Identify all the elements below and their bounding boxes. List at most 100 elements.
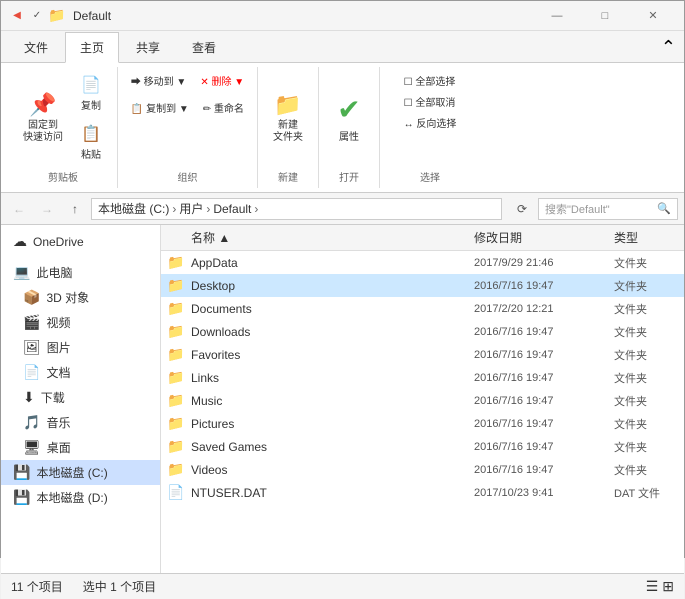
view-grid-icon[interactable]: ⊞	[662, 578, 674, 595]
folder-icon-downloads: 📁	[161, 323, 191, 340]
up-button[interactable]: ↑	[63, 197, 87, 221]
address-path[interactable]: 本地磁盘 (C:) › 用户 › Default ›	[91, 198, 502, 220]
copy-to-button[interactable]: 📋 复制到 ▼	[127, 98, 193, 117]
ribbon-group-new: 📁 新建文件夹 新建	[258, 67, 319, 188]
deselect-all-button[interactable]: ☐ 全部取消	[400, 92, 460, 111]
file-type-ntuser: DAT 文件	[614, 485, 684, 501]
sidebar-item-onedrive[interactable]: ☁ OneDrive	[1, 229, 160, 254]
ribbon-group-clipboard: 📌 固定到快速访问 📄 复制 📋 粘贴 剪贴板	[9, 67, 118, 188]
tab-home[interactable]: 主页	[65, 32, 119, 63]
select-buttons: ☐ 全部选择 ☐ 全部取消 ↔ 反向选择	[400, 71, 461, 165]
file-type-videos: 文件夹	[614, 462, 684, 478]
rename-button[interactable]: ✏ 重命名	[199, 98, 248, 117]
file-type-saved-games: 文件夹	[614, 439, 684, 455]
header-date[interactable]: 修改日期	[474, 229, 614, 246]
file-row-videos[interactable]: 📁 Videos 2016/7/16 19:47 文件夹	[161, 458, 684, 481]
file-date-favorites: 2016/7/16 19:47	[474, 349, 614, 361]
sidebar-item-pictures[interactable]: 🖼 图片	[1, 335, 160, 360]
refresh-button[interactable]: ⟳	[510, 197, 534, 221]
close-button[interactable]: ✕	[630, 1, 676, 31]
file-name-videos: Videos	[191, 463, 474, 477]
sidebar-label-this-pc: 此电脑	[36, 264, 72, 281]
file-row-music[interactable]: 📁 Music 2016/7/16 19:47 文件夹	[161, 389, 684, 412]
path-segment-users[interactable]: 用户	[179, 200, 203, 217]
minimize-button[interactable]: —	[534, 1, 580, 31]
organize-buttons: ➡ 移动到 ▼ ✕ 删除 ▼ 📋 复制到 ▼ ✏ 重命名	[127, 71, 248, 165]
sidebar-item-local-c[interactable]: 💾 本地磁盘 (C:)	[1, 460, 160, 485]
path-segment-c[interactable]: 本地磁盘 (C:)	[98, 200, 169, 217]
file-row-downloads[interactable]: 📁 Downloads 2016/7/16 19:47 文件夹	[161, 320, 684, 343]
music-icon: 🎵	[23, 414, 40, 431]
path-sep-1: ›	[172, 202, 176, 216]
local-d-icon: 💾	[13, 489, 30, 506]
sidebar-label-onedrive: OneDrive	[33, 235, 84, 249]
selected-count: 选中 1 个项目	[83, 578, 156, 595]
dat-icon-ntuser: 📄	[161, 484, 191, 501]
folder-icon-pictures: 📁	[161, 415, 191, 432]
file-name-downloads: Downloads	[191, 325, 474, 339]
header-name[interactable]: 名称 ▲	[161, 229, 474, 246]
properties-button[interactable]: ✔ 属性	[327, 89, 371, 147]
new-folder-icon: 📁	[274, 92, 301, 118]
select-all-button[interactable]: ☐ 全部选择	[400, 71, 460, 90]
file-row-saved-games[interactable]: 📁 Saved Games 2016/7/16 19:47 文件夹	[161, 435, 684, 458]
item-count: 11 个项目	[11, 578, 63, 595]
sidebar-item-desktop[interactable]: 🖥 桌面	[1, 435, 160, 460]
sidebar-item-documents[interactable]: 📄 文档	[1, 360, 160, 385]
file-name-music: Music	[191, 394, 474, 408]
file-row-appdata[interactable]: 📁 AppData 2017/9/29 21:46 文件夹	[161, 251, 684, 274]
maximize-button[interactable]: □	[582, 1, 628, 31]
path-segment-default[interactable]: Default	[213, 202, 251, 216]
header-type[interactable]: 类型	[614, 229, 684, 246]
status-bar: 11 个项目 选中 1 个项目 ☰ ⊞	[1, 573, 684, 599]
search-box[interactable]: 搜索"Default" 🔍	[538, 198, 678, 220]
view-list-icon[interactable]: ☰	[646, 578, 659, 595]
search-icon: 🔍	[657, 202, 671, 215]
forward-button[interactable]: →	[35, 197, 59, 221]
file-row-ntuser[interactable]: 📄 NTUSER.DAT 2017/10/23 9:41 DAT 文件	[161, 481, 684, 504]
pin-label: 固定到快速访问	[23, 120, 63, 144]
file-row-desktop[interactable]: 📁 Desktop 2016/7/16 19:47 文件夹	[161, 274, 684, 297]
file-type-appdata: 文件夹	[614, 255, 684, 271]
sidebar-label-downloads: 下载	[41, 389, 65, 406]
file-date-videos: 2016/7/16 19:47	[474, 464, 614, 476]
pictures-icon: 🖼	[23, 339, 41, 356]
move-to-button[interactable]: ➡ 移动到 ▼	[127, 71, 190, 90]
tab-view[interactable]: 查看	[177, 32, 231, 62]
open-buttons: ✔ 属性	[327, 71, 371, 165]
title-icon-folder: 📁	[49, 8, 65, 24]
sidebar-item-videos[interactable]: 🎬 视频	[1, 310, 160, 335]
delete-button[interactable]: ✕ 删除 ▼	[196, 71, 248, 90]
file-date-saved-games: 2016/7/16 19:47	[474, 441, 614, 453]
file-row-links[interactable]: 📁 Links 2016/7/16 19:47 文件夹	[161, 366, 684, 389]
sidebar-label-pictures: 图片	[47, 339, 71, 356]
file-type-links: 文件夹	[614, 370, 684, 386]
file-date-ntuser: 2017/10/23 9:41	[474, 487, 614, 499]
title-icon-back: ◀	[9, 8, 25, 24]
tab-file[interactable]: 文件	[9, 32, 63, 62]
sidebar-item-this-pc[interactable]: 💻 此电脑	[1, 260, 160, 285]
pin-to-quickaccess-button[interactable]: 📌 固定到快速访问	[17, 88, 69, 148]
paste-button[interactable]: 📋 粘贴	[73, 120, 109, 165]
sidebar-item-local-d[interactable]: 💾 本地磁盘 (D:)	[1, 485, 160, 510]
ribbon-collapse-button[interactable]: ⌃	[653, 33, 684, 62]
organize-label: 组织	[178, 165, 198, 184]
file-row-documents[interactable]: 📁 Documents 2017/2/20 12:21 文件夹	[161, 297, 684, 320]
file-row-pictures[interactable]: 📁 Pictures 2016/7/16 19:47 文件夹	[161, 412, 684, 435]
file-row-favorites[interactable]: 📁 Favorites 2016/7/16 19:47 文件夹	[161, 343, 684, 366]
file-name-favorites: Favorites	[191, 348, 474, 362]
address-bar: ← → ↑ 本地磁盘 (C:) › 用户 › Default › ⟳ 搜索"De…	[1, 193, 684, 225]
title-bar-icons: ◀ ✓ 📁	[9, 8, 65, 24]
new-folder-button[interactable]: 📁 新建文件夹	[266, 88, 310, 148]
back-button[interactable]: ←	[7, 197, 31, 221]
invert-select-button[interactable]: ↔ 反向选择	[400, 113, 461, 132]
tab-share[interactable]: 共享	[121, 32, 175, 62]
copy-button[interactable]: 📄 复制	[73, 71, 109, 116]
sidebar-item-3d-objects[interactable]: 📦 3D 对象	[1, 285, 160, 310]
sidebar-label-videos: 视频	[46, 314, 70, 331]
file-name-desktop: Desktop	[191, 279, 474, 293]
paste-label: 粘贴	[81, 146, 101, 161]
sidebar-item-downloads[interactable]: ⬇ 下载	[1, 385, 160, 410]
this-pc-icon: 💻	[13, 264, 30, 281]
sidebar-item-music[interactable]: 🎵 音乐	[1, 410, 160, 435]
